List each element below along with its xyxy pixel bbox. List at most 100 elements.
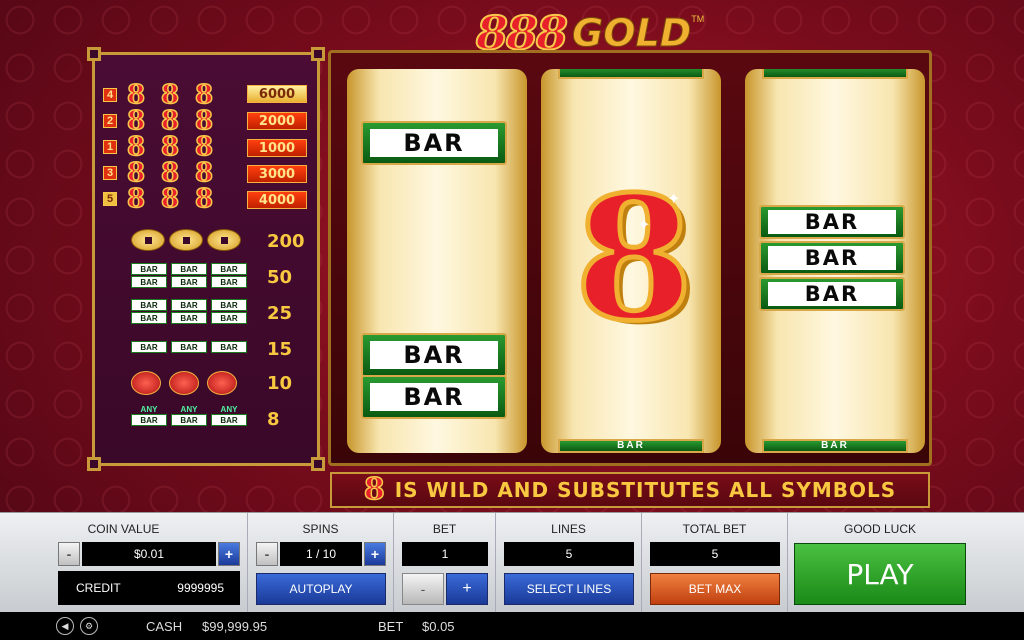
bar-symbol: BAR	[211, 276, 247, 288]
lines-field: 5	[504, 542, 634, 566]
coin-value-plus-button[interactable]: +	[218, 542, 240, 566]
spins-title: SPINS	[302, 522, 339, 536]
lines-title: LINES	[551, 522, 586, 536]
coin-icon	[169, 229, 203, 251]
coin-icon	[131, 229, 165, 251]
select-lines-button[interactable]: SELECT LINES	[504, 573, 634, 605]
any-label: ANY	[220, 405, 238, 414]
logo-trademark: TM	[691, 14, 705, 24]
eight-wild-symbol: 8	[572, 159, 695, 359]
bar-symbol: BAR	[759, 241, 905, 275]
coin-icon	[207, 229, 241, 251]
eight-symbol: 8	[160, 158, 180, 188]
status-bar: ◀ ⚙ CASH $99,999.95 BET $0.05	[0, 612, 1024, 640]
bar-symbol: BAR	[131, 312, 167, 324]
coin-value-field: $0.01	[82, 542, 216, 566]
paytable-panel: 4 888 6000 2 888 2000 1 888 1000 3 888 3…	[87, 47, 325, 471]
back-icon[interactable]: ◀	[56, 617, 74, 635]
bet-plus-button[interactable]: +	[446, 573, 488, 605]
play-button[interactable]: PLAY	[794, 543, 966, 605]
total-bet-field: 5	[650, 542, 780, 566]
line-index: 2	[103, 114, 117, 128]
bar-symbol: BAR	[131, 414, 167, 426]
paytable-pay: 6000	[247, 85, 307, 103]
paytable-pay: 50	[267, 267, 293, 288]
paytable-pay: 2000	[247, 112, 307, 130]
good-luck-title: GOOD LUCK	[843, 522, 916, 536]
bet-field: 1	[402, 542, 488, 566]
paytable-pay: 200	[267, 231, 305, 252]
eight-symbol: 8	[126, 132, 146, 162]
reel-1: BAR BAR BAR	[347, 69, 527, 453]
spins-section: SPINS - 1 / 10 + AUTOPLAY	[248, 513, 394, 613]
eight-symbol: 8	[194, 132, 214, 162]
sparkle-icon: ✦	[637, 217, 651, 234]
lantern-icon	[131, 371, 161, 395]
bar-symbol: BAR	[759, 277, 905, 311]
bet-section: BET 1 - +	[394, 513, 496, 613]
total-bet-title: TOTAL BET	[682, 522, 747, 536]
reel-frame: BAR BAR BAR 8 ✦ ✦ BAR BAR BAR BAR BAR	[328, 50, 932, 466]
credit-label: CREDIT	[76, 581, 121, 595]
double-bar-symbol-row: BAR BAR BAR BAR BAR BAR	[131, 299, 247, 324]
eight-symbol: 8	[160, 184, 180, 214]
spins-plus-button[interactable]: +	[364, 542, 386, 566]
bar-symbol: BAR	[211, 341, 247, 353]
bar-symbol: BAR	[361, 333, 507, 377]
eight-symbol: 8	[126, 106, 146, 136]
bet-title: BET	[432, 522, 457, 536]
coins-symbol-row	[131, 229, 241, 251]
spins-minus-button[interactable]: -	[256, 542, 278, 566]
eight-symbol: 8	[160, 80, 180, 110]
bar-symbol-partial	[558, 69, 704, 79]
eight-symbol: 8	[126, 184, 146, 214]
paytable-eight-row: 1 888	[103, 132, 219, 162]
cash-label: CASH	[146, 619, 183, 634]
bar-symbol-partial	[762, 69, 908, 79]
bet-max-button[interactable]: BET MAX	[650, 573, 780, 605]
paytable-pay: 15	[267, 339, 293, 360]
bar-symbol: BAR	[171, 299, 207, 311]
lantern-symbol-row	[131, 371, 237, 395]
lantern-icon	[169, 371, 199, 395]
line-index: 5	[103, 192, 117, 206]
paytable-corner	[311, 457, 325, 471]
bar-symbol: BAR	[131, 299, 167, 311]
wild-info-banner: 8 IS WILD AND SUBSTITUTES ALL SYMBOLS	[330, 472, 930, 508]
bet-status-label: BET	[378, 619, 404, 634]
paytable-pay: 8	[267, 409, 280, 430]
credit-value: 9999995	[177, 581, 224, 595]
eight-symbol: 8	[126, 158, 146, 188]
bar-symbol: BAR	[131, 263, 167, 275]
bar-symbol: BAR	[171, 312, 207, 324]
single-bar-symbol-row: BAR BAR BAR	[131, 341, 247, 353]
paytable-corner	[87, 47, 101, 61]
bet-minus-button[interactable]: -	[402, 573, 444, 605]
paytable-pay: 4000	[247, 191, 307, 209]
reel-2: 8 ✦ ✦ BAR	[541, 69, 721, 453]
bar-symbol: BAR	[171, 263, 207, 275]
bet-status-value: $0.05	[422, 619, 455, 634]
coin-value-minus-button[interactable]: -	[58, 542, 80, 566]
paytable-eight-row: 5 888	[103, 184, 219, 214]
bar-symbol: BAR	[211, 414, 247, 426]
paytable-pay: 3000	[247, 165, 307, 183]
paytable-eight-row: 4 888	[103, 80, 219, 110]
eight-symbol: 8	[194, 80, 214, 110]
reel-3: BAR BAR BAR BAR	[745, 69, 925, 453]
any-label: ANY	[140, 405, 158, 414]
eight-symbol: 8	[194, 158, 214, 188]
bar-symbol: BAR	[171, 276, 207, 288]
bar-symbol: BAR	[131, 341, 167, 353]
bar-symbol: BAR	[171, 414, 207, 426]
lantern-icon	[207, 371, 237, 395]
autoplay-button[interactable]: AUTOPLAY	[256, 573, 386, 605]
bar-symbol: BAR	[211, 263, 247, 275]
any-label: ANY	[180, 405, 198, 414]
paytable-pay: 1000	[247, 139, 307, 157]
wild-info-text: IS WILD AND SUBSTITUTES ALL SYMBOLS	[394, 478, 897, 502]
settings-icon[interactable]: ⚙	[80, 617, 98, 635]
line-index: 3	[103, 166, 117, 180]
eight-symbol: 8	[126, 80, 146, 110]
paytable-pay: 25	[267, 303, 293, 324]
